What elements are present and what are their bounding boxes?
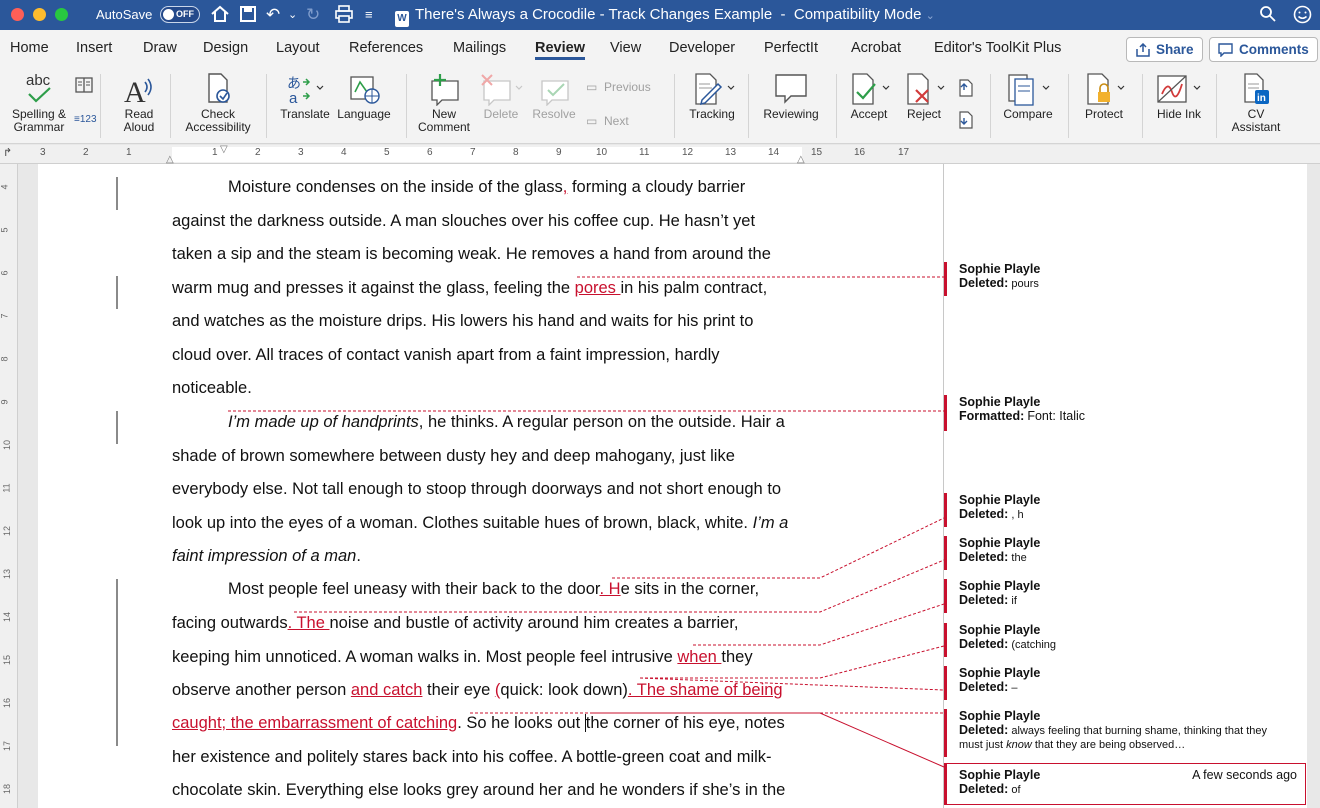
balloon-author: Sophie Playle: [959, 579, 1041, 593]
balloon-text: that they are being observed…: [1031, 739, 1186, 751]
balloon-text: (catching: [1011, 639, 1057, 651]
balloon-label: Deleted:: [959, 680, 1009, 694]
revision-balloon-selected[interactable]: Sophie Playle Deleted: of A few seconds …: [944, 763, 1306, 805]
balloon-author: Sophie Playle: [959, 623, 1041, 637]
revision-balloon[interactable]: Sophie Playle Deleted: always feeling th…: [944, 709, 1306, 757]
revision-balloon[interactable]: Sophie Playle Deleted: (catching: [944, 623, 1306, 657]
balloon-label: Deleted:: [959, 550, 1009, 564]
balloon-text: Font: Italic: [1027, 409, 1086, 423]
balloon-text: the: [1011, 552, 1027, 564]
revision-balloon[interactable]: Sophie Playle Deleted: –: [944, 666, 1306, 700]
balloon-text-italic: know: [1006, 739, 1032, 751]
balloon-label: Formatted:: [959, 409, 1025, 423]
balloon-author: Sophie Playle: [959, 709, 1041, 723]
revision-balloon[interactable]: Sophie Playle Formatted: Font: Italic: [944, 395, 1306, 431]
balloon-text: if: [1011, 595, 1017, 607]
balloon-text: must just: [959, 739, 1007, 751]
balloon-label: Deleted:: [959, 507, 1009, 521]
balloon-author: Sophie Playle: [959, 493, 1041, 507]
revision-balloon[interactable]: Sophie Playle Deleted: if: [944, 579, 1306, 613]
balloon-author: Sophie Playle: [959, 395, 1041, 409]
balloon-author: Sophie Playle: [959, 536, 1041, 550]
balloon-author: Sophie Playle: [959, 262, 1041, 276]
balloon-label: Deleted:: [959, 637, 1009, 651]
revision-balloon[interactable]: Sophie Playle Deleted: , h: [944, 493, 1306, 527]
balloon-label: Deleted:: [959, 276, 1009, 290]
balloon-text: , h: [1011, 509, 1024, 521]
balloon-text: of: [1011, 784, 1021, 796]
balloon-label: Deleted:: [959, 782, 1009, 796]
revision-balloon[interactable]: Sophie Playle Deleted: pours: [944, 262, 1306, 296]
balloon-timestamp: A few seconds ago: [1192, 768, 1297, 782]
balloon-text: –: [1011, 682, 1018, 694]
balloon-author: Sophie Playle: [959, 666, 1041, 680]
balloon-text: pours: [1011, 278, 1039, 290]
balloon-text: always feeling that burning shame, think…: [1011, 725, 1267, 737]
revision-balloon[interactable]: Sophie Playle Deleted: the: [944, 536, 1306, 570]
balloon-label: Deleted:: [959, 593, 1009, 607]
balloon-label: Deleted:: [959, 723, 1009, 737]
